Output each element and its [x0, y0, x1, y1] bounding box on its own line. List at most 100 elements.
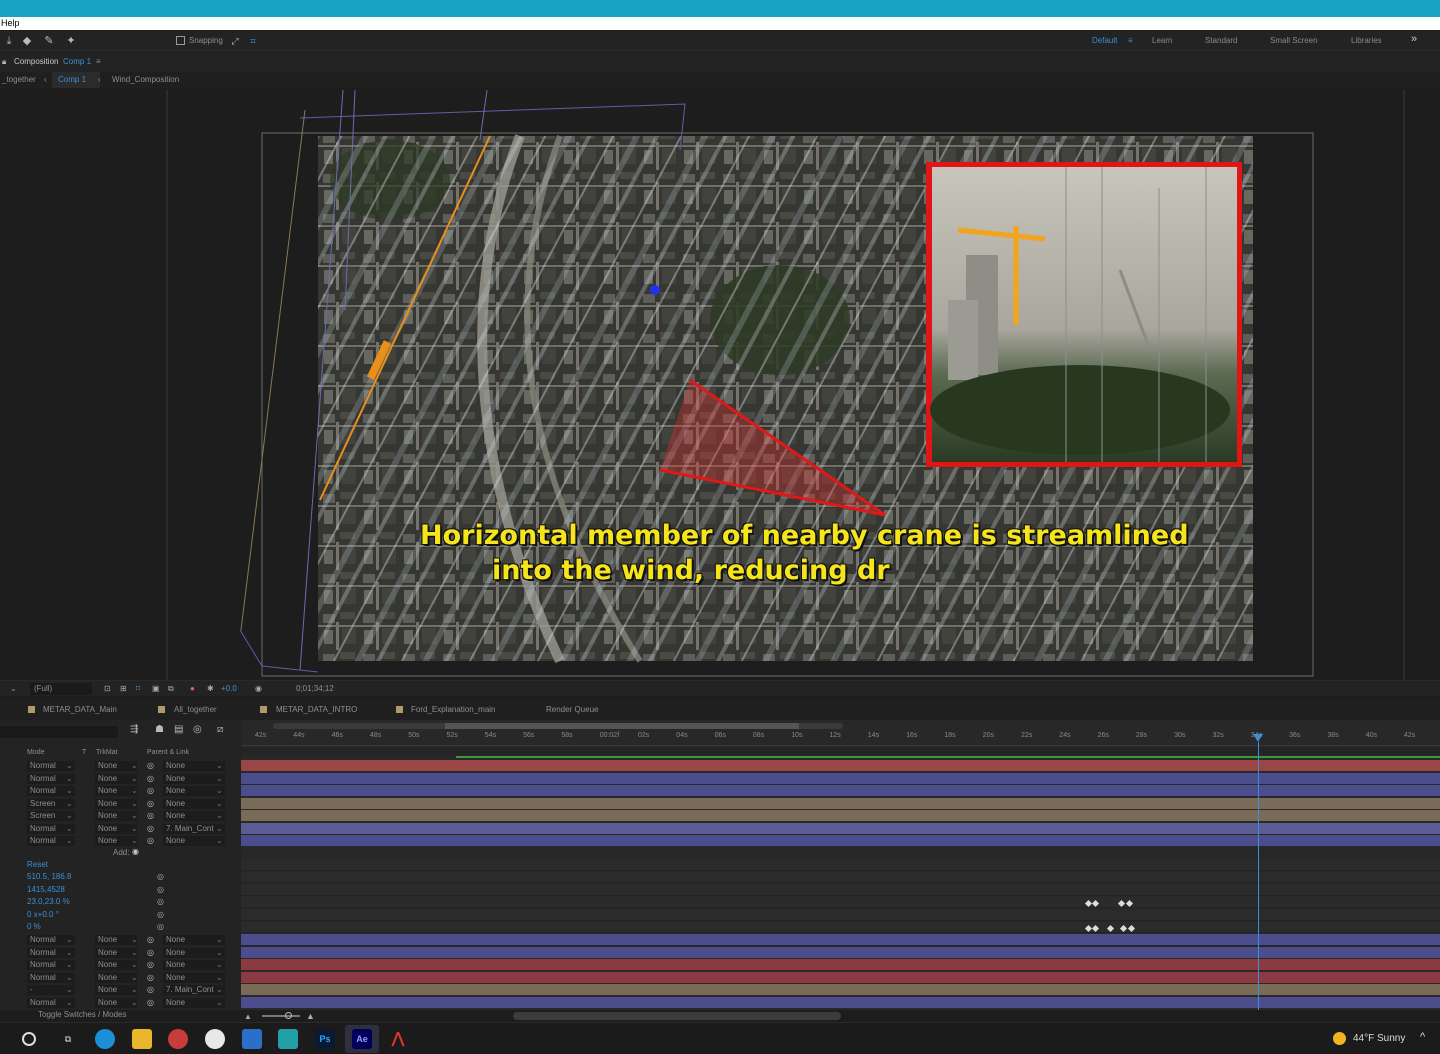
- chevron-down-icon[interactable]: ⌄: [216, 934, 223, 946]
- chevron-down-icon[interactable]: ⌄: [66, 934, 73, 946]
- grid-snap-icon[interactable]: ⌗: [246, 34, 260, 48]
- frame-blend-icon[interactable]: ▤: [174, 724, 183, 735]
- chevron-down-icon[interactable]: ⌄: [216, 810, 223, 822]
- graph-editor-icon[interactable]: ⧄: [217, 724, 223, 735]
- zoom-slider[interactable]: [262, 1015, 300, 1017]
- tab-metar-main[interactable]: METAR_DATA_Main: [43, 700, 117, 720]
- shy-icon[interactable]: ☗: [155, 724, 164, 735]
- channel-icon[interactable]: ●: [190, 681, 195, 697]
- property-value[interactable]: 1415,4528: [27, 885, 65, 894]
- chevron-down-icon[interactable]: ⌄: [66, 947, 73, 959]
- layer-row[interactable]: Normal ⌄ None ⌄ ◎ None ⌄: [0, 972, 241, 984]
- layer-row[interactable]: Normal ⌄ None ⌄ ◎ None ⌄: [0, 785, 241, 797]
- pickwhip-icon[interactable]: ◎: [147, 823, 154, 835]
- comp-name[interactable]: Comp 1: [63, 52, 91, 72]
- snap-icon[interactable]: ⤢: [228, 34, 242, 48]
- pickwhip-icon[interactable]: ◎: [147, 959, 154, 971]
- layer-row[interactable]: Normal ⌄ None ⌄ ◎ None ⌄: [0, 934, 241, 946]
- workspace-standard[interactable]: Standard: [1205, 36, 1237, 45]
- tab-ford-explanation[interactable]: Ford_Explanation_main: [411, 700, 496, 720]
- chevron-down-icon[interactable]: ⌄: [216, 984, 223, 996]
- after-effects-icon[interactable]: Ae: [352, 1029, 372, 1049]
- layer-track-bar[interactable]: [241, 946, 1440, 958]
- chevron-down-icon[interactable]: ⌄: [66, 773, 73, 785]
- region-icon[interactable]: ⊡: [104, 681, 111, 697]
- selection-tool-icon[interactable]: ⤓: [2, 34, 16, 48]
- current-timecode[interactable]: 0;01;34;12: [296, 681, 334, 697]
- tray-chevron-icon[interactable]: ^: [1420, 1031, 1425, 1043]
- timeline-scrollbar[interactable]: [513, 1012, 841, 1020]
- playhead-line[interactable]: [1258, 742, 1259, 1010]
- guides-icon[interactable]: ▣: [152, 681, 160, 697]
- chevron-down-icon[interactable]: ⌄: [131, 760, 138, 772]
- chevron-down-icon[interactable]: ⌄: [66, 835, 73, 847]
- layer-track-bar[interactable]: [241, 760, 1440, 771]
- chevron-down-icon[interactable]: ⌄: [131, 823, 138, 835]
- chevron-down-icon[interactable]: ⌄: [66, 785, 73, 797]
- pickwhip-icon[interactable]: ◎: [147, 835, 154, 847]
- toggle-switches-modes[interactable]: Toggle Switches / Modes: [38, 1010, 127, 1019]
- chevron-down-icon[interactable]: ⌄: [66, 984, 73, 996]
- tab-render-queue[interactable]: Render Queue: [546, 700, 598, 720]
- layer-track-bar[interactable]: [241, 772, 1440, 784]
- menu-help[interactable]: Help: [1, 18, 20, 28]
- layer-track-bar[interactable]: [241, 971, 1440, 983]
- resolution-select[interactable]: (Full): [30, 683, 92, 695]
- chevron-down-icon[interactable]: ⌄: [216, 773, 223, 785]
- chevron-down-icon[interactable]: ⌄: [131, 972, 138, 984]
- layer-track-bar[interactable]: [241, 996, 1440, 1008]
- chevron-down-icon[interactable]: ⌄: [216, 835, 223, 847]
- motion-blur-icon[interactable]: ◎: [193, 724, 202, 735]
- chevron-down-icon[interactable]: ⌄: [131, 835, 138, 847]
- chevron-down-icon[interactable]: ⌄: [131, 947, 138, 959]
- snapping-checkbox[interactable]: [176, 36, 185, 45]
- puppet-tool-icon[interactable]: ✎: [42, 34, 56, 48]
- pickwhip-icon[interactable]: ◎: [147, 760, 154, 772]
- pickwhip-icon[interactable]: ◎: [147, 773, 154, 785]
- chevron-down-icon[interactable]: ⌄: [216, 760, 223, 772]
- workspace-default[interactable]: Default: [1092, 36, 1117, 45]
- chevron-down-icon[interactable]: ⌄: [66, 823, 73, 835]
- exposure-value[interactable]: +0.0: [221, 681, 237, 697]
- chevron-down-icon[interactable]: ⌄: [216, 947, 223, 959]
- property-value[interactable]: 0 %: [27, 922, 41, 931]
- layer-row[interactable]: Normal ⌄ None ⌄ ◎ None ⌄: [0, 773, 241, 785]
- chevron-down-icon[interactable]: ⌄: [66, 972, 73, 984]
- chevron-down-icon[interactable]: ⌄: [131, 984, 138, 996]
- layer-track-bar[interactable]: [241, 934, 1440, 945]
- app-icon[interactable]: [168, 1029, 188, 1049]
- layer-row[interactable]: Screen ⌄ None ⌄ ◎ None ⌄: [0, 810, 241, 822]
- chevron-down-icon[interactable]: ⌄: [66, 810, 73, 822]
- chevron-down-icon[interactable]: ⌄: [66, 798, 73, 810]
- layer-track-bar[interactable]: [241, 797, 1440, 809]
- layer-row[interactable]: - ⌄ None ⌄ ◎ 7. Main_Cont ⌄: [0, 984, 241, 996]
- pickwhip-icon[interactable]: ◎: [147, 798, 154, 810]
- stopwatch-icon[interactable]: ◎: [157, 922, 164, 931]
- zoom-out-icon[interactable]: ▲: [244, 1012, 252, 1021]
- pin-tool-icon[interactable]: ✦: [64, 34, 78, 48]
- chevron-down-icon[interactable]: ⌄: [216, 972, 223, 984]
- add-property-icon[interactable]: ◉: [132, 847, 139, 856]
- chevron-down-icon[interactable]: ⌄: [131, 773, 138, 785]
- edge-icon[interactable]: [95, 1029, 115, 1049]
- stopwatch-icon[interactable]: ◎: [157, 872, 164, 881]
- pickwhip-icon[interactable]: ◎: [147, 972, 154, 984]
- stopwatch-icon[interactable]: ◎: [157, 885, 164, 894]
- workspace-more-icon[interactable]: »: [1411, 33, 1417, 45]
- chevron-down-icon[interactable]: ⌄: [131, 997, 138, 1009]
- property-value[interactable]: 0 x+0.0 °: [27, 910, 59, 919]
- composition-viewer[interactable]: Horizontal member of nearby crane is str…: [0, 90, 1440, 680]
- exposure-icon[interactable]: ✱: [207, 681, 214, 697]
- workspace-libraries[interactable]: Libraries: [1351, 36, 1382, 45]
- magnification-chevron-icon[interactable]: ⌄: [10, 681, 17, 697]
- slack-icon[interactable]: [205, 1029, 225, 1049]
- 3d-view-icon[interactable]: ⧉: [168, 681, 174, 697]
- snapshot-icon[interactable]: ◉: [255, 681, 262, 697]
- chevron-down-icon[interactable]: ⌄: [131, 810, 138, 822]
- panel-menu-icon[interactable]: ≡: [96, 52, 101, 72]
- chevron-down-icon[interactable]: ⌄: [66, 959, 73, 971]
- workspace-small-screen[interactable]: Small Screen: [1270, 36, 1318, 45]
- chevron-down-icon[interactable]: ⌄: [66, 760, 73, 772]
- breadcrumb-item[interactable]: Wind_Composition: [112, 72, 179, 88]
- transparency-grid-icon[interactable]: ⊞: [120, 681, 127, 697]
